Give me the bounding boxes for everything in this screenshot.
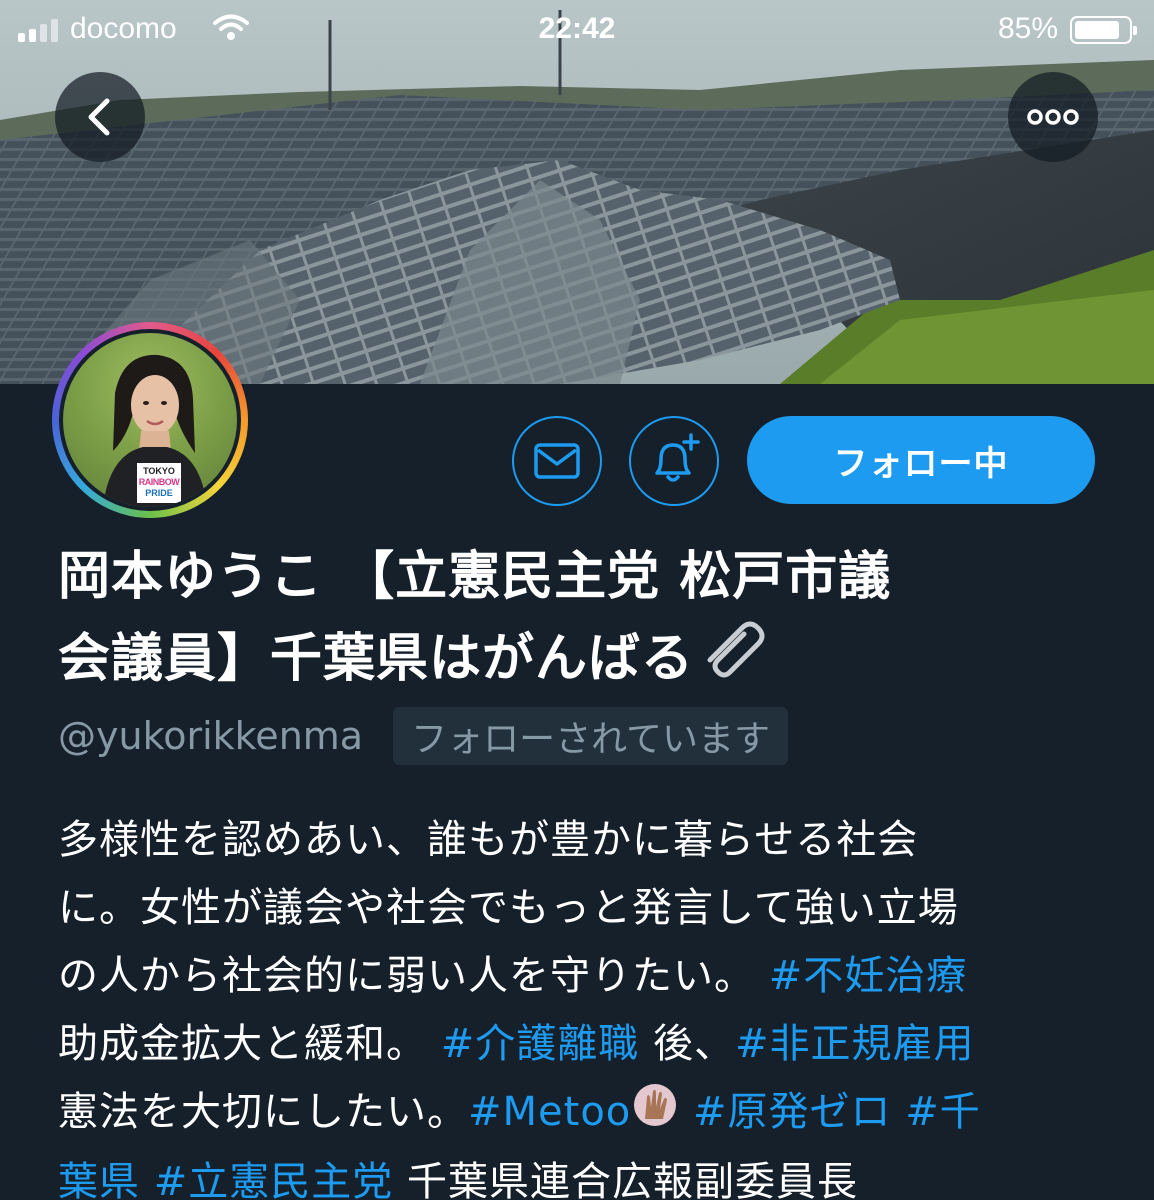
paperclip-icon [698,620,768,704]
bio-text: 千葉県連合広報副委員長 [406,1159,858,1200]
profile-bio: 多様性を認めあい、誰もが豊かに暮らせる社会 に。女性が議会や社会でもっと発言して… [58,806,1118,1200]
hashtag-link[interactable]: #Metoo [468,1089,631,1135]
bio-text: 助成金拡大と緩和。 [58,1021,427,1067]
bio-text: の人から社会的に弱い人を守りたい。 [58,953,755,999]
ellipsis-icon [1027,109,1079,125]
badge-line-2: RAINBOW [138,477,180,487]
display-name-line-2-row: 会議員】千葉県はがんばる [58,618,1118,704]
display-name: 岡本ゆうこ 【立憲民主党 松戸市議 会議員】千葉県はがんばる [58,536,1118,704]
battery-icon [1070,16,1137,44]
more-options-button[interactable] [1008,72,1098,162]
bio-line-4: 助成金拡大と緩和。 #介護離職 後、#非正規雇用 [58,1010,1118,1078]
clock: 22:42 [538,12,616,45]
status-bar: docomo 22:42 85% [0,0,1154,60]
badge-line-1: TOKYO [143,466,175,476]
user-handle: @yukorikkenma [58,714,364,758]
handle-row: @yukorikkenma フォローされています [58,706,788,766]
notifications-button[interactable] [629,416,719,506]
battery-percent: 85% [997,12,1058,45]
bio-line-3: の人から社会的に弱い人を守りたい。 #不妊治療 [58,942,1118,1010]
chevron-left-icon [88,98,110,136]
bio-line-5: 憲法を大切にしたい。#Metoo #原発ゼロ #千 [58,1078,1118,1148]
envelope-icon [534,443,580,479]
badge-line-3: PRIDE [145,488,173,498]
battery-fill [1075,21,1119,39]
pride-badge: TOKYO RAINBOW PRIDE [137,463,181,503]
bio-text: 憲法を大切にしたい。 [58,1089,468,1135]
hashtag-link[interactable]: #千 [905,1089,981,1135]
raised-hands-emoji-icon [633,1080,677,1148]
display-name-line-1: 岡本ゆうこ 【立憲民主党 松戸市議 [58,547,892,607]
bio-line-1: 多様性を認めあい、誰もが豊かに暮らせる社会 [58,817,919,863]
bell-plus-icon [655,433,700,482]
hashtag-link[interactable]: #立憲民主党 [154,1159,394,1200]
avatar-photo: TOKYO RAINBOW PRIDE [63,333,237,507]
hashtag-link[interactable]: #介護離職 [441,1021,640,1067]
following-button[interactable]: フォロー中 [747,416,1095,504]
bio-line-2: に。女性が議会や社会でもっと発言して強い立場 [58,885,959,931]
hashtag-link[interactable]: 葉県 [58,1159,140,1200]
avatar-frame: TOKYO RAINBOW PRIDE [59,329,241,511]
avatar[interactable]: TOKYO RAINBOW PRIDE [52,322,248,518]
back-button[interactable] [55,72,145,162]
bio-text: 後、 [652,1021,735,1067]
hashtag-link[interactable]: #非正規雇用 [735,1021,975,1067]
follows-you-badge: フォローされています [393,707,788,765]
bio-line-6: 葉県 #立憲民主党 千葉県連合広報副委員長 [58,1148,1118,1200]
direct-message-button[interactable] [512,416,602,506]
hashtag-link[interactable]: #原発ゼロ [693,1089,892,1135]
display-name-line-2: 会議員】千葉県はがんばる [58,629,695,689]
hashtag-link[interactable]: #不妊治療 [769,953,968,999]
